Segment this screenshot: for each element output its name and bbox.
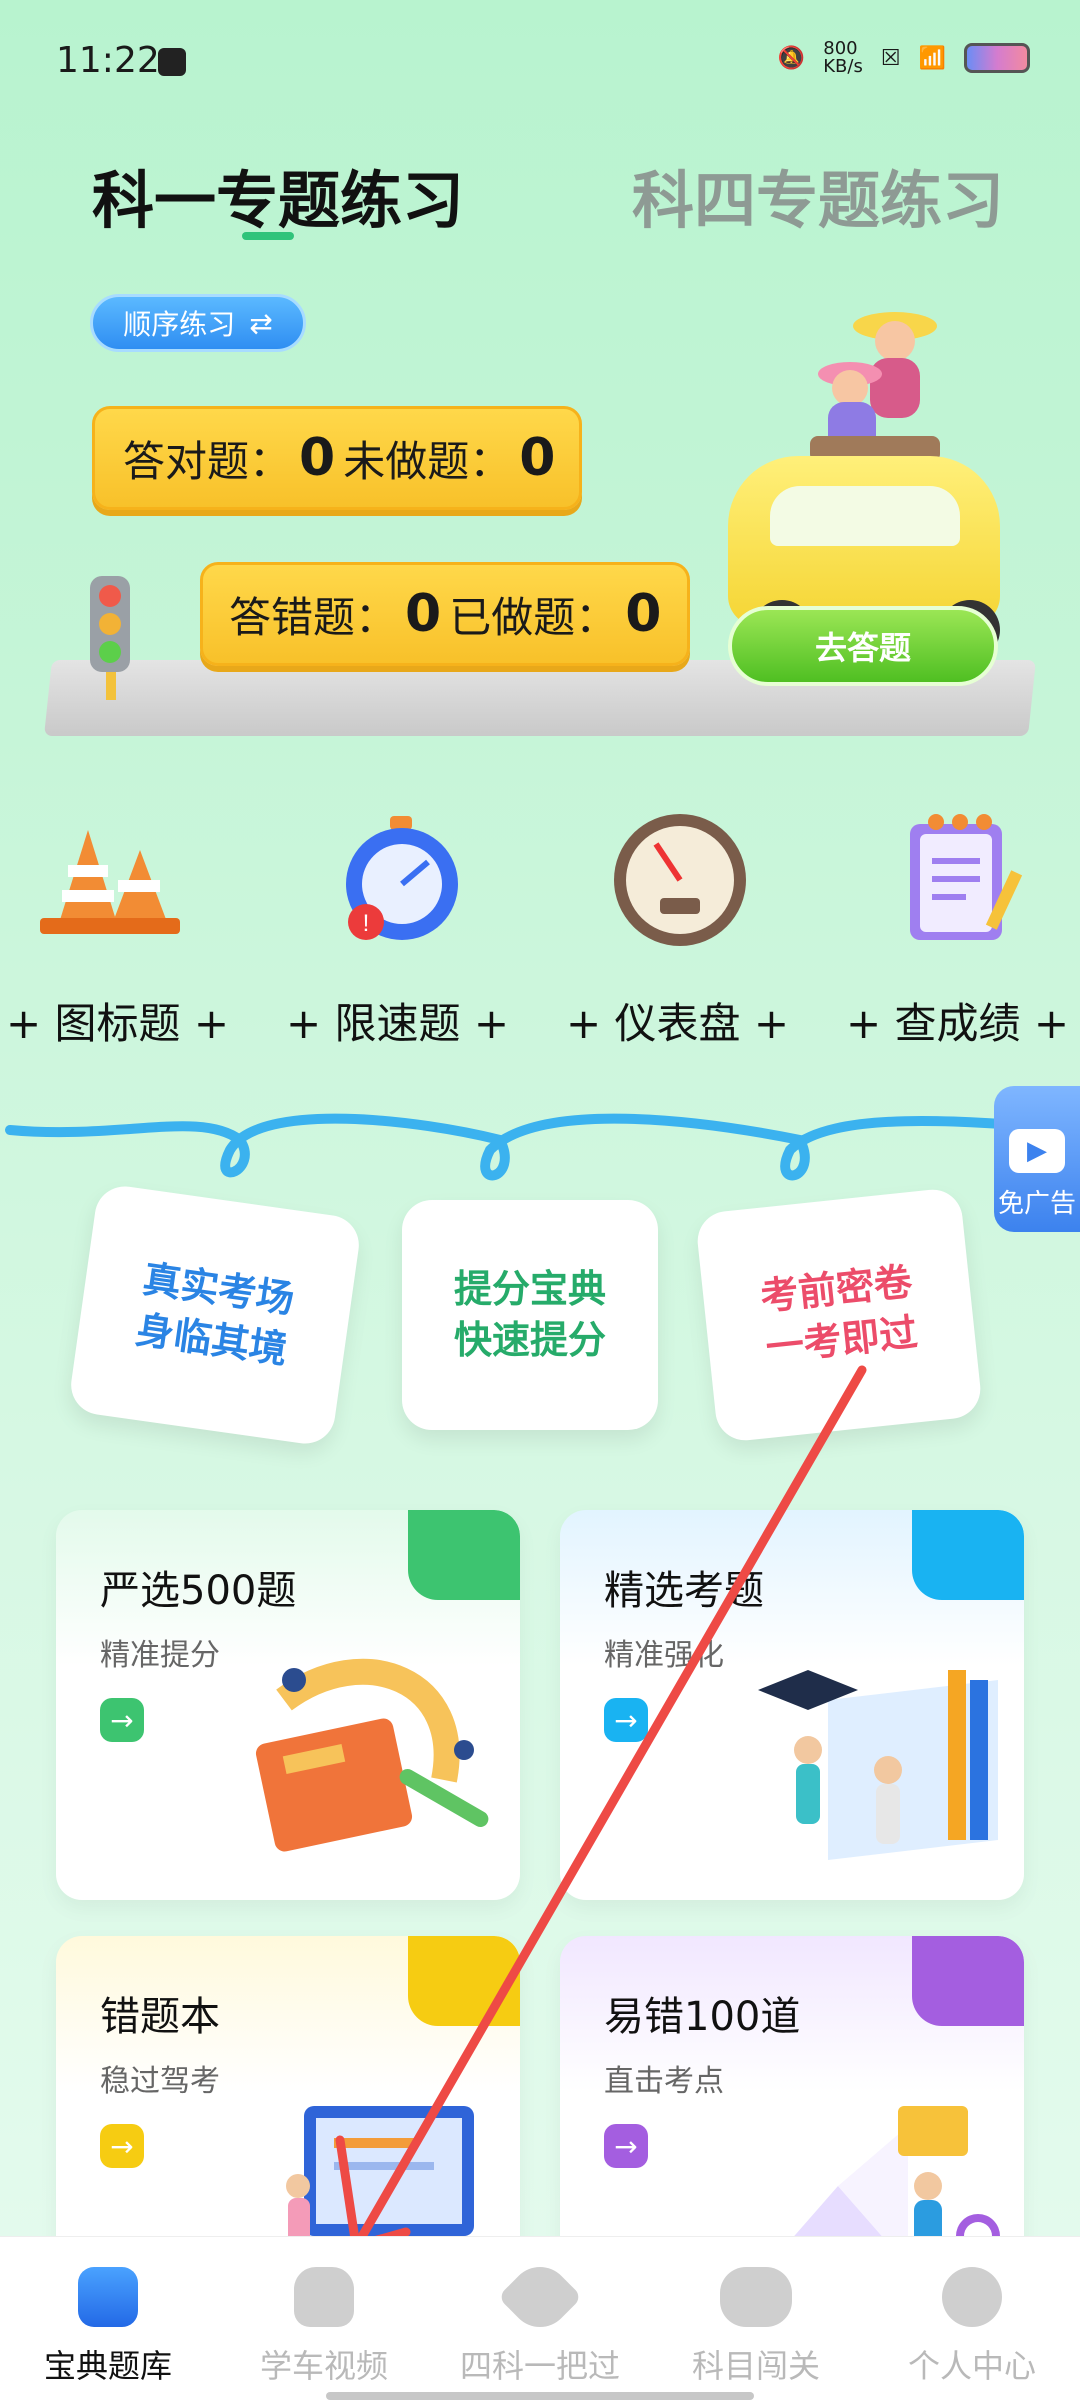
card-title: 易错100道	[604, 1994, 801, 2040]
wifi-icon: 📶	[918, 45, 946, 71]
card-subtitle: 直击考点	[604, 2064, 724, 2099]
card-title: 精选考题	[604, 1568, 764, 1614]
status-icons: 🔕 800 KB/s ☒ 📶	[778, 40, 1030, 76]
status-time: 11:22	[56, 40, 160, 81]
tab-subject-one[interactable]: 科一专题练习	[92, 150, 464, 240]
wrong-value: 0	[405, 584, 442, 644]
quick-link-speed-limit[interactable]: + 限速题 +	[286, 990, 509, 1051]
bottom-nav: 宝典题库 学车视频 四科一把过 科目闯关 个人中心	[0, 2236, 1080, 2408]
gamepad-icon	[720, 2267, 792, 2327]
arrow-right-icon: →	[100, 2124, 144, 2168]
stats-sign-wrong-done: 答错题： 0 已做题： 0	[200, 562, 690, 666]
nav-label-library: 宝典题库	[43, 2347, 172, 2385]
card-featured-questions[interactable]: 精选考题 精准强化 →	[560, 1510, 1024, 1900]
nav-item-profile[interactable]: 个人中心	[864, 2237, 1080, 2408]
traffic-light-red	[99, 585, 121, 607]
undone-label: 未做题：	[343, 436, 512, 486]
traffic-cone-icon[interactable]	[30, 810, 190, 950]
wrong-label: 答错题：	[229, 592, 398, 642]
stats-sign-correct-undone: 答对题： 0 未做题： 0	[92, 406, 582, 510]
nav-label-profile: 个人中心	[907, 2347, 1036, 2385]
tag-score-booster-line1: 提分宝典	[453, 1266, 606, 1311]
ad-free-label: 免广告	[997, 1189, 1076, 1219]
card-subtitle: 精准强化	[604, 1638, 724, 1673]
card-corner	[408, 1936, 520, 2026]
arrow-right-icon: →	[604, 1698, 648, 1742]
go-answer-button[interactable]: 去答题	[728, 606, 998, 686]
nav-label-levels: 科目闯关	[691, 2347, 820, 2385]
mute-icon: 🔕	[777, 45, 806, 71]
nav-item-videos[interactable]: 学车视频	[216, 2237, 432, 2408]
message-icon	[158, 48, 186, 76]
tab-subject-four[interactable]: 科四专题练习	[632, 150, 1004, 240]
notepad-icon[interactable]	[880, 810, 1040, 950]
card-title: 严选500题	[100, 1568, 297, 1614]
undone-value: 0	[519, 428, 556, 488]
sim-icon: ☒	[880, 45, 901, 71]
video-camera-icon: ▶	[1009, 1129, 1065, 1173]
tab-active-indicator	[242, 232, 294, 240]
correct-label: 答对题：	[123, 436, 292, 486]
card-select-500[interactable]: 严选500题 精准提分 →	[56, 1510, 520, 1900]
svg-text:!: !	[363, 910, 370, 937]
nav-item-library[interactable]: 宝典题库	[0, 2237, 216, 2408]
net-speed: 800 KB/s	[823, 40, 863, 76]
net-speed-unit: KB/s	[823, 56, 863, 77]
swap-arrows-icon: ⇄	[249, 306, 273, 340]
tag-real-exam[interactable]: 真实考场 身临其境	[67, 1182, 363, 1448]
nav-item-levels[interactable]: 科目闯关	[648, 2237, 864, 2408]
battery-icon	[964, 43, 1030, 73]
arrow-right-icon: →	[604, 2124, 648, 2168]
folder-icon	[78, 2267, 138, 2327]
ad-free-button[interactable]: ▶ 免广告	[994, 1086, 1080, 1232]
quick-link-dashboard[interactable]: + 仪表盘 +	[566, 990, 789, 1051]
card-corner	[912, 1936, 1024, 2026]
nav-label-videos: 学车视频	[259, 2347, 388, 2385]
car-window	[770, 486, 960, 546]
stopwatch-icon[interactable]: !	[320, 810, 480, 950]
sequence-mode-label: 顺序练习	[123, 308, 236, 341]
quick-link-icons[interactable]: + 图标题 +	[6, 990, 229, 1051]
travelers-illustration	[810, 312, 940, 462]
speedometer-icon[interactable]	[600, 810, 760, 950]
kettlebell-icon	[294, 2267, 354, 2327]
book-illustration	[255, 1658, 489, 1852]
arrow-right-icon: →	[100, 1698, 144, 1742]
traffic-light-green	[99, 641, 121, 663]
traffic-light-yellow	[99, 613, 121, 635]
quick-link-scores[interactable]: + 查成绩 +	[846, 990, 1069, 1051]
correct-value: 0	[299, 428, 336, 488]
card-subtitle: 精准提分	[100, 1638, 220, 1673]
card-subtitle: 稳过驾考	[100, 2064, 220, 2099]
nav-item-four-subjects[interactable]: 四科一把过	[432, 2237, 648, 2408]
face-icon	[942, 2267, 1002, 2327]
done-label: 已做题：	[449, 592, 618, 642]
tag-score-booster-line2: 快速提分	[453, 1318, 606, 1362]
card-corner	[912, 1510, 1024, 1600]
rocket-icon	[497, 2254, 583, 2340]
home-indicator	[326, 2392, 754, 2400]
done-value: 0	[625, 584, 662, 644]
tag-score-booster[interactable]: 提分宝典 快速提分	[402, 1200, 658, 1430]
sequence-mode-button[interactable]: 顺序练习 ⇄	[90, 294, 306, 352]
card-corner	[408, 1510, 520, 1600]
nav-label-four-subjects: 四科一把过	[459, 2347, 620, 2385]
tag-secret-paper[interactable]: 考前密卷 一考即过	[694, 1186, 984, 1444]
card-title: 错题本	[100, 1994, 220, 2040]
study-illustration	[758, 1670, 998, 1860]
traffic-light-icon	[90, 576, 130, 672]
